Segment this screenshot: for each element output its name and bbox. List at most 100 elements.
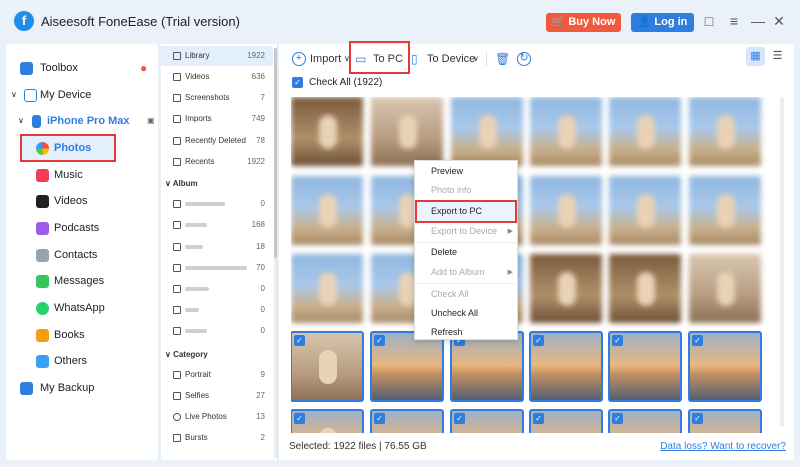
check-all-checkbox[interactable]: ✓ — [292, 77, 303, 88]
chevron-down-icon: ∨ — [18, 116, 24, 125]
photo-thumbnail[interactable] — [609, 254, 681, 323]
category-row-bursts[interactable]: Bursts 2 — [161, 428, 273, 448]
sidebar-item-music[interactable]: Music — [6, 164, 158, 186]
album-row[interactable]: 0 — [161, 279, 273, 299]
photo-checkbox[interactable]: ✓ — [374, 413, 385, 424]
library-row-videos[interactable]: Videos 636 — [161, 67, 273, 87]
photo-subject — [319, 350, 337, 384]
device-name: iPhone Pro Max — [47, 115, 130, 127]
ctx-export-to-pc[interactable]: Export to PC — [415, 202, 517, 221]
photo-checkbox[interactable]: ✓ — [612, 413, 623, 424]
login-button[interactable]: 👤 Log in — [631, 13, 694, 32]
photo-subject — [717, 272, 735, 306]
import-button[interactable]: + Import ∨ — [292, 48, 354, 70]
sidebar-item-toolbox[interactable]: Toolbox ● — [6, 57, 158, 79]
photo-thumbnail[interactable] — [291, 97, 363, 166]
phone-export-icon: ▯ — [411, 52, 418, 66]
photo-checkbox[interactable]: ✓ — [454, 413, 465, 424]
photo-checkbox[interactable]: ✓ — [692, 335, 703, 346]
ctx-preview[interactable]: Preview — [415, 162, 517, 181]
photo-thumbnail[interactable] — [530, 254, 602, 323]
sidebar-item-contacts[interactable]: Contacts — [6, 244, 158, 266]
list-view-icon[interactable]: ☰ — [768, 47, 787, 66]
library-row-imports[interactable]: Imports 749 — [161, 109, 273, 129]
photo-thumbnail[interactable] — [371, 97, 443, 166]
sidebar-item-videos[interactable]: Videos — [6, 190, 158, 212]
fire-icon: ● — [140, 61, 148, 75]
album-row[interactable]: 0 — [161, 194, 273, 214]
check-all-label: Check All (1922) — [309, 77, 383, 88]
album-row[interactable]: 168 — [161, 215, 273, 235]
import-icon — [173, 115, 181, 123]
grid-view-icon[interactable]: ▦ — [746, 47, 765, 66]
album-count: 0 — [260, 305, 265, 314]
sidebar-item-messages[interactable]: Messages — [6, 270, 158, 292]
photo-checkbox[interactable]: ✓ — [692, 413, 703, 424]
category-header-label: Category — [173, 350, 208, 359]
library-row-library[interactable]: Library 1922 — [161, 46, 273, 66]
library-scrollbar[interactable] — [274, 48, 277, 458]
refresh-button[interactable]: ↻ — [517, 48, 531, 70]
album-row[interactable]: 18 — [161, 237, 273, 257]
photo-thumbnail[interactable] — [689, 97, 761, 166]
category-row-selfies[interactable]: Selfies 27 — [161, 386, 273, 406]
photo-checkbox[interactable]: ✓ — [533, 413, 544, 424]
photo-thumbnail[interactable] — [689, 176, 761, 245]
photo-thumbnail[interactable] — [530, 176, 602, 245]
photo-checkbox[interactable]: ✓ — [294, 335, 305, 346]
minimize-icon[interactable]: — — [749, 12, 767, 30]
imports-label: Imports — [185, 114, 212, 123]
context-menu: Preview Photo info Export to PC Export t… — [414, 160, 518, 340]
category-row-live-photos[interactable]: Live Photos 13 — [161, 407, 273, 427]
sidebar-item-whatsapp[interactable]: WhatsApp — [6, 297, 158, 319]
photo-thumbnail[interactable] — [689, 254, 761, 323]
sidebar-item-books[interactable]: Books — [6, 324, 158, 346]
library-row-recents[interactable]: Recents 1922 — [161, 152, 273, 172]
album-row[interactable]: 0 — [161, 321, 273, 341]
album-row[interactable]: 70 — [161, 258, 273, 278]
ctx-refresh[interactable]: Refresh — [415, 323, 517, 342]
buy-now-button[interactable]: 🛒 Buy Now — [546, 13, 621, 32]
photo-checkbox[interactable]: ✓ — [294, 413, 305, 424]
sidebar-item-iphone[interactable]: ∨ iPhone Pro Max ▣ — [6, 110, 158, 132]
close-icon[interactable]: ✕ — [770, 12, 788, 30]
photo-thumbnail[interactable] — [291, 176, 363, 245]
photo-thumbnail[interactable] — [609, 176, 681, 245]
library-scrollbar-thumb[interactable] — [274, 48, 277, 258]
to-device-button[interactable]: ▯ To Device ∨ — [411, 48, 481, 70]
photo-checkbox[interactable]: ✓ — [533, 335, 544, 346]
category-label: Live Photos — [185, 412, 227, 421]
photo-thumbnail[interactable] — [291, 254, 363, 323]
album-name-redacted — [185, 202, 225, 206]
photo-thumbnail[interactable] — [609, 97, 681, 166]
sidebar-item-my-device[interactable]: ∨ My Device — [6, 84, 158, 106]
delete-trash-icon[interactable]: 🗑 — [495, 48, 510, 70]
feedback-icon[interactable]: □ — [700, 12, 718, 30]
photo-thumbnail[interactable] — [451, 97, 523, 166]
backup-icon — [20, 382, 33, 395]
photo-subject — [558, 194, 576, 228]
photo-subject — [479, 115, 497, 149]
grid-scrollbar[interactable] — [780, 97, 784, 427]
sidebar-item-photos[interactable]: Photos — [6, 137, 158, 159]
recover-link[interactable]: Data loss? Want to recover? — [660, 441, 786, 452]
library-row-screenshots[interactable]: Screenshots 7 — [161, 88, 273, 108]
album-section-header[interactable]: ∨ Album — [165, 179, 198, 188]
menu-icon[interactable]: ≡ — [725, 12, 743, 30]
to-pc-button[interactable]: ▭ To PC — [355, 48, 407, 70]
library-row-recently-deleted[interactable]: Recently Deleted 78 — [161, 131, 273, 151]
videos-count: 636 — [251, 72, 265, 81]
ctx-uncheck-all[interactable]: Uncheck All — [415, 304, 517, 323]
album-row[interactable]: 0 — [161, 300, 273, 320]
photo-thumbnail[interactable] — [530, 97, 602, 166]
sidebar-item-podcasts[interactable]: Podcasts — [6, 217, 158, 239]
category-count: 27 — [256, 391, 265, 400]
category-row-portrait[interactable]: Portrait 9 — [161, 365, 273, 385]
photo-checkbox[interactable]: ✓ — [612, 335, 623, 346]
sidebar-item-my-backup[interactable]: My Backup — [6, 377, 158, 399]
sidebar-item-others[interactable]: Others — [6, 350, 158, 372]
category-section-header[interactable]: ∨ Category — [165, 350, 208, 359]
photo-checkbox[interactable]: ✓ — [374, 335, 385, 346]
ctx-delete[interactable]: Delete — [415, 243, 517, 262]
iphone-icon — [32, 115, 41, 128]
